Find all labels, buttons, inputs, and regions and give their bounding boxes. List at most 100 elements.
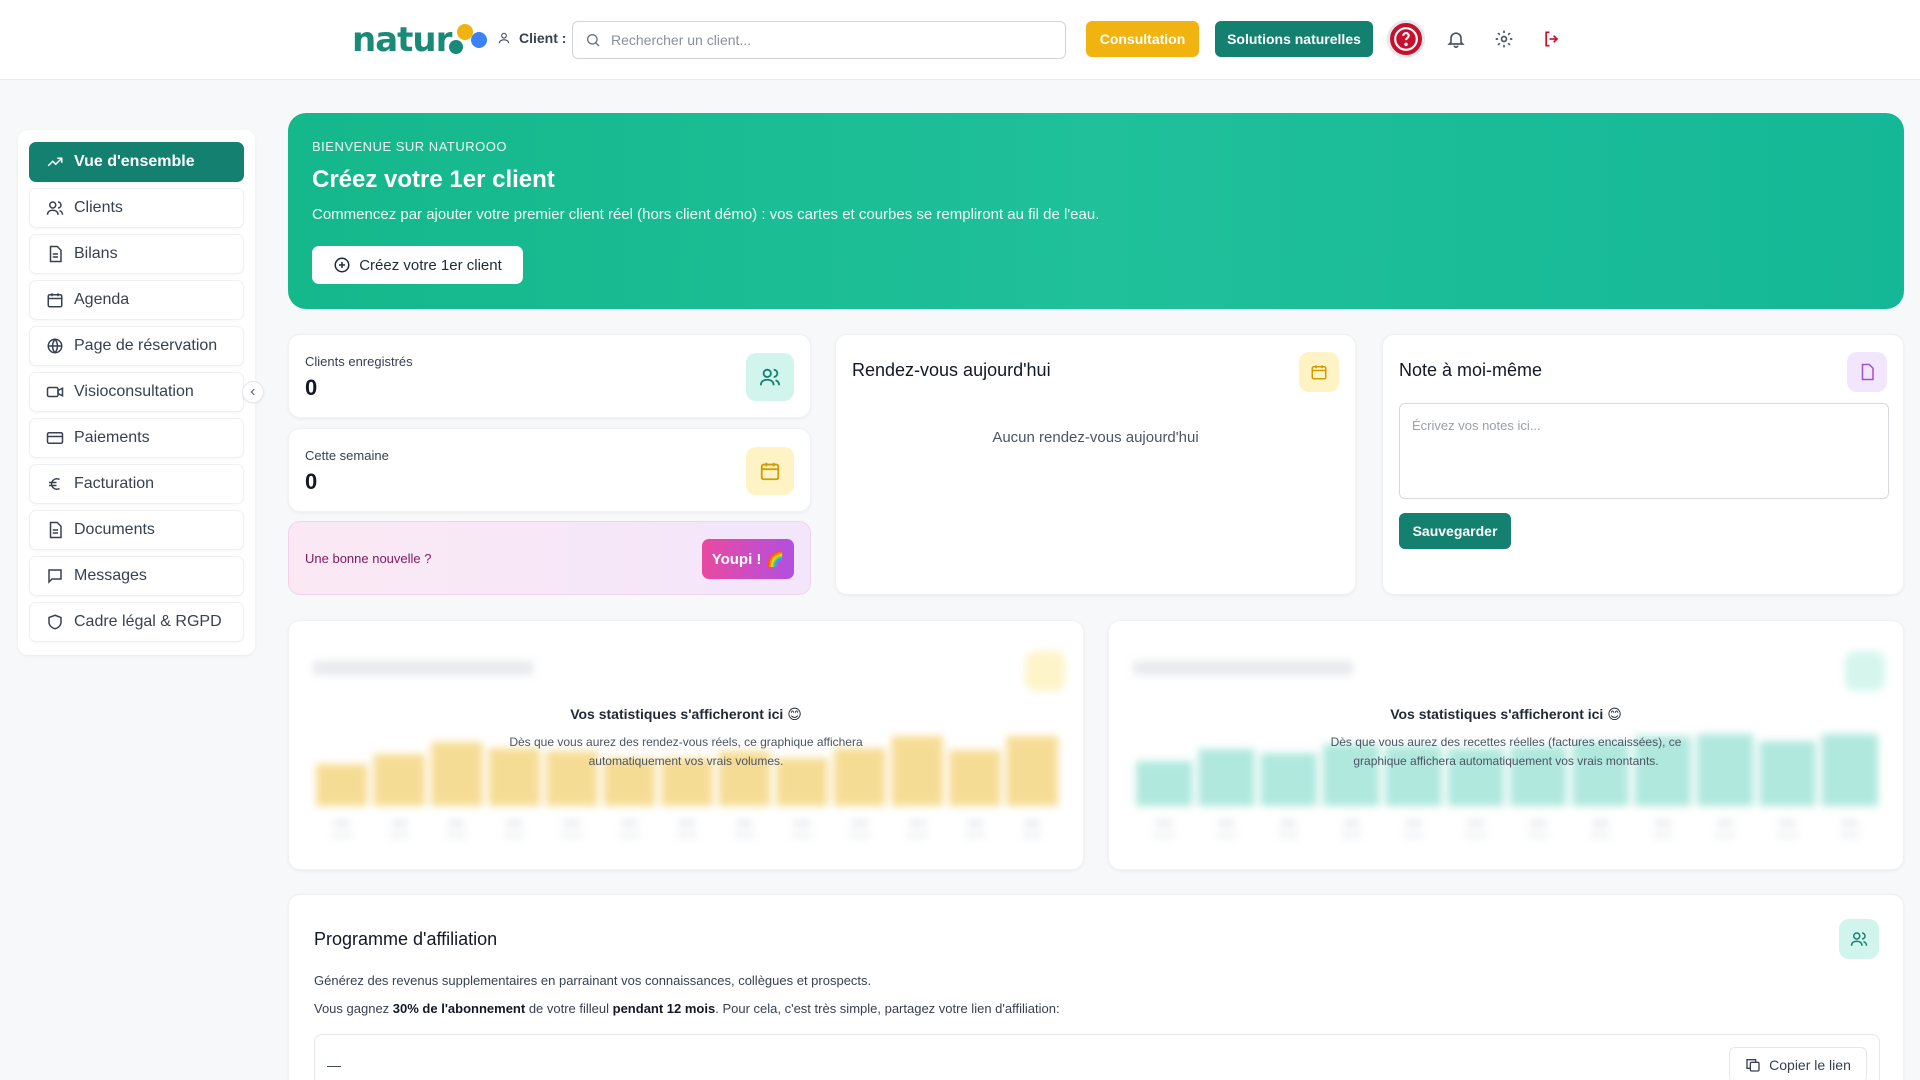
chart-tick-label (1280, 820, 1297, 826)
clients-count-label: Clients enregistrés (305, 354, 413, 369)
sidebar-item-label: Facturation (74, 475, 155, 492)
chart-tick-label (966, 820, 983, 826)
top-bar: natur Client : Consultation Solutions na… (0, 0, 1920, 80)
welcome-banner: BIENVENUE SUR NATUROOO Créez votre 1er c… (288, 113, 1904, 309)
help-button[interactable] (1387, 20, 1425, 58)
chart-tick-label (1343, 820, 1360, 826)
search-icon (587, 34, 600, 47)
chart-tick-label (1022, 832, 1043, 838)
revenue-chart-overlay: Vos statistiques s'afficheront ici 😊 Dès… (1109, 706, 1903, 771)
appointments-title: Rendez-vous aujourd'hui (852, 360, 1051, 380)
client-label-text: Client : (519, 30, 567, 46)
chart-tick-label (1341, 832, 1362, 838)
sidebar-item-documents[interactable]: Documents (29, 510, 244, 550)
chart-tick-label (907, 832, 928, 838)
logo-dots-icon (447, 20, 491, 60)
naturooo-logo[interactable]: natur (352, 20, 491, 60)
chart-title-placeholder (1133, 661, 1353, 675)
clients-card-icon (746, 353, 794, 401)
chart-tick-label (964, 832, 985, 838)
revenue-chart-overlay-text: Dès que vous aurez des recettes réelles … (1330, 735, 1682, 768)
sidebar-collapse-button[interactable] (242, 381, 264, 403)
affiliation-description: Générez des revenus supplementaires en p… (314, 973, 872, 988)
client-search-box[interactable] (572, 21, 1066, 59)
chevron-left-icon (250, 388, 255, 396)
sidebar-item-visioconsultation[interactable]: Visioconsultation (29, 372, 244, 412)
revenue-chart-card: Vos statistiques s'afficheront ici 😊 Dès… (1108, 620, 1904, 870)
users-icon (1850, 932, 1868, 946)
chart-tick-label (446, 832, 467, 838)
sidebar-item-agenda[interactable]: Agenda (29, 280, 244, 320)
sidebar-item-clients[interactable]: Clients (29, 188, 244, 228)
sidebar-item-vue-ensemble[interactable]: Vue d'ensemble (29, 142, 244, 182)
affiliation-link-box: — Copier le lien (314, 1034, 1880, 1080)
sidebar-item-label: Bilans (74, 245, 118, 262)
sidebar-item-messages[interactable]: Messages (29, 556, 244, 596)
appointments-chart-card: Vos statistiques s'afficheront ici 😊 Dès… (288, 620, 1084, 870)
chart-tick-label (1467, 820, 1484, 826)
chart-tick-label (1777, 832, 1798, 838)
appointments-chart-overlay: Vos statistiques s'afficheront ici 😊 Dès… (289, 706, 1083, 771)
create-first-client-button[interactable]: Créez votre 1er client (312, 246, 523, 284)
copy-link-button[interactable]: Copier le lien (1729, 1047, 1867, 1080)
chart-tick-label (1717, 820, 1734, 826)
affiliation-terms-part: de votre filleul (525, 1001, 613, 1016)
chart-tick-label (619, 832, 640, 838)
save-note-button[interactable]: Sauvegarder (1399, 513, 1511, 549)
logout-button[interactable] (1541, 28, 1563, 50)
chart-tick-label (677, 832, 697, 838)
chart-tick-label (849, 832, 870, 838)
youpi-button[interactable]: Youpi ! 🌈 (702, 539, 794, 579)
chart-tick-label (1654, 820, 1671, 826)
copy-icon (1746, 1059, 1760, 1072)
sidebar-item-paiements[interactable]: Paiements (29, 418, 244, 458)
chart-tick-label (561, 832, 582, 838)
chart-tick-label (504, 832, 525, 838)
logo-text: natur (352, 20, 452, 60)
client-search-input[interactable] (611, 32, 1051, 48)
chart-tick-label (1405, 820, 1422, 826)
chart-tick-label (1216, 832, 1237, 838)
solutions-naturelles-button[interactable]: Solutions naturelles (1215, 21, 1373, 57)
calendar-icon (47, 293, 63, 308)
affiliation-terms: Vous gagnez 30% de l'abonnement de votre… (314, 1001, 1060, 1016)
clients-count-card: Clients enregistrés 0 (288, 334, 811, 418)
sidebar-item-label: Paiements (74, 429, 150, 446)
chart-tick-label (448, 820, 465, 826)
appointments-today-card: Rendez-vous aujourd'hui Aucun rendez-vou… (835, 334, 1356, 595)
chart-tick-label (563, 820, 580, 826)
chart-tick-label (1278, 832, 1299, 838)
chart-tick-label (736, 820, 753, 826)
sidebar-item-label: Vue d'ensemble (74, 153, 195, 170)
chart-tick-label (792, 832, 813, 838)
note-title: Note à moi-même (1399, 360, 1543, 380)
sidebar-item-cadre-legal[interactable]: Cadre légal & RGPD (29, 602, 244, 642)
week-count-card: Cette semaine 0 (288, 428, 811, 512)
chart-tick-label (389, 832, 410, 838)
chart-tick-label (1530, 820, 1547, 826)
good-news-label: Une bonne nouvelle ? (305, 551, 432, 566)
sidebar-item-facturation[interactable]: Facturation (29, 464, 244, 504)
consultation-button[interactable]: Consultation (1086, 21, 1199, 57)
chart-tick-label (1403, 832, 1424, 838)
sidebar: Vue d'ensemble Clients Bilans Agenda Pag… (18, 130, 255, 655)
week-count-value: 0 (305, 469, 318, 494)
notifications-button[interactable] (1445, 28, 1467, 50)
banner-title: Créez votre 1er client (312, 166, 555, 193)
banner-text: Commencez par ajouter votre premier clie… (312, 206, 1100, 223)
sidebar-item-page-reservation[interactable]: Page de réservation (29, 326, 244, 366)
week-card-icon (746, 447, 794, 495)
settings-button[interactable] (1493, 28, 1515, 50)
file-icon (49, 521, 62, 539)
chart-tick-label (1715, 832, 1736, 838)
sidebar-item-bilans[interactable]: Bilans (29, 234, 244, 274)
create-first-client-label: Créez votre 1er client (359, 256, 502, 274)
affiliation-terms-part: Vous gagnez (314, 1001, 393, 1016)
question-icon (1394, 27, 1418, 51)
message-icon (48, 569, 62, 584)
document-icon (49, 245, 62, 263)
sidebar-item-label: Messages (74, 567, 147, 584)
note-textarea[interactable] (1399, 403, 1889, 499)
chart-tick-label (1465, 832, 1486, 838)
gear-icon (1495, 30, 1513, 48)
